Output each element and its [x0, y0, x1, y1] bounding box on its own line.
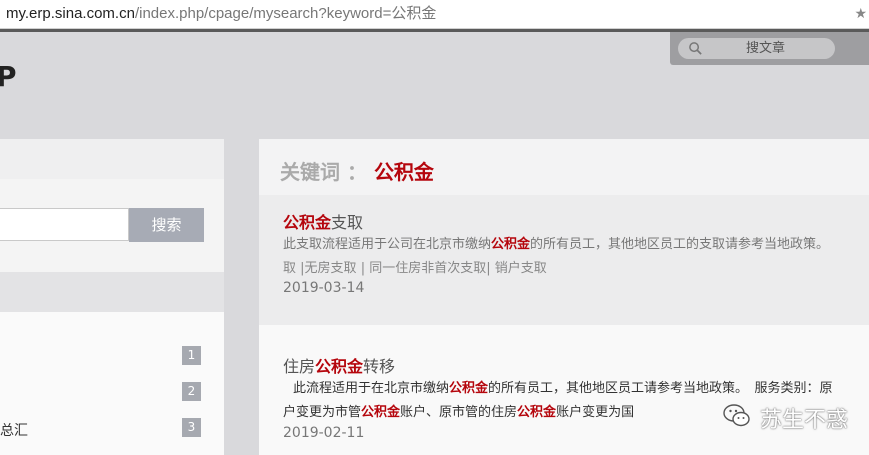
left-panel-section-header: [0, 272, 224, 312]
result-tags: 取 |无房支取 | 同一住房非首次支取| 销户支取: [283, 257, 547, 276]
result-description: 此流程适用于在北京市缴纳公积金的所有员工，其他地区员工请参考当地政策。 服务类别…: [293, 377, 833, 396]
desc-text: 账户、原市管的住房: [400, 405, 518, 420]
result-description-line2: 户变更为市管公积金账户、原市管的住房公积金账户变更为国: [283, 401, 634, 420]
header-search-box: 搜文章: [670, 32, 869, 65]
desc-highlight: 公积金: [517, 405, 557, 420]
desc-highlight: 公积金: [491, 237, 531, 252]
result-title-text: 转移: [363, 357, 396, 376]
watermark: 苏生不惑: [722, 398, 869, 438]
result-date: 2019-02-11: [283, 425, 365, 441]
left-search-input[interactable]: [0, 208, 129, 241]
keyword-row: 关键词 ： 公积金: [259, 139, 869, 195]
watermark-text: 苏生不惑: [760, 408, 849, 433]
result-title-text: 住房: [283, 357, 316, 376]
tag-separator: |: [486, 261, 491, 276]
desc-text: 此流程适用于在北京市缴纳: [293, 381, 450, 396]
url-host: my.erp.sina.com.cn: [6, 5, 135, 22]
star-icon[interactable]: ★: [854, 0, 867, 27]
result-title-text: 支取: [331, 213, 364, 232]
list-item[interactable]: 总汇: [0, 420, 28, 440]
left-search-form: 搜索: [0, 179, 224, 272]
result-title-link[interactable]: 住房公积金转移: [283, 353, 395, 377]
desc-text: 的所有员工，其他地区员工的支取请参考当地政策。: [530, 237, 830, 252]
tag-link[interactable]: 同一住房非首次支取: [369, 261, 486, 276]
tag-link[interactable]: 取: [283, 261, 296, 276]
keyword-label: 关键词: [280, 160, 340, 184]
desc-text: 户变更为市管: [283, 405, 362, 420]
rank-badge-1: 1: [182, 346, 201, 365]
desc-text: 的所有员工，其他地区员工请参考当地政策。 服务类别：原: [488, 381, 833, 396]
keyword-separator: ：: [346, 160, 367, 184]
site-logo[interactable]: P: [0, 60, 17, 93]
tag-link[interactable]: |无房支取: [300, 261, 356, 276]
left-panel-header: [0, 139, 224, 179]
wechat-icon: [723, 404, 750, 427]
desc-highlight: 公积金: [449, 381, 489, 396]
address-bar[interactable]: my.erp.sina.com.cn/index.php/cpage/mysea…: [0, 0, 869, 29]
keyword-heading: 关键词 ： 公积金: [280, 156, 434, 185]
rank-badge-3: 3: [182, 418, 201, 437]
tag-link[interactable]: 销户支取: [495, 261, 547, 276]
result-title-highlight: 公积金: [283, 213, 332, 232]
left-search-button[interactable]: 搜索: [129, 208, 204, 242]
result-description: 此支取流程适用于公司在北京市缴纳公积金的所有员工，其他地区员工的支取请参考当地政…: [283, 233, 829, 252]
left-panel: 搜索 1 2 3 总汇: [0, 139, 224, 455]
left-ranked-list: 1 2 3 总汇: [0, 312, 224, 455]
header-search-input[interactable]: 搜文章: [678, 38, 835, 59]
tag-separator: |: [360, 261, 366, 276]
rank-badge-2: 2: [182, 382, 201, 401]
url-path: /index.php/cpage/mysearch?keyword=公积金: [134, 5, 437, 22]
desc-highlight: 公积金: [361, 405, 401, 420]
search-result-1: 公积金支取 此支取流程适用于公司在北京市缴纳公积金的所有员工，其他地区员工的支取…: [259, 195, 869, 325]
desc-text: 此支取流程适用于公司在北京市缴纳: [283, 237, 492, 252]
result-title-highlight: 公积金: [315, 357, 364, 376]
keyword-value: 公积金: [373, 160, 434, 184]
header-search-placeholder: 搜文章: [745, 41, 785, 56]
desc-text: 账户变更为国: [556, 405, 635, 420]
result-title-link[interactable]: 公积金支取: [283, 209, 363, 233]
result-date: 2019-03-14: [283, 280, 365, 296]
